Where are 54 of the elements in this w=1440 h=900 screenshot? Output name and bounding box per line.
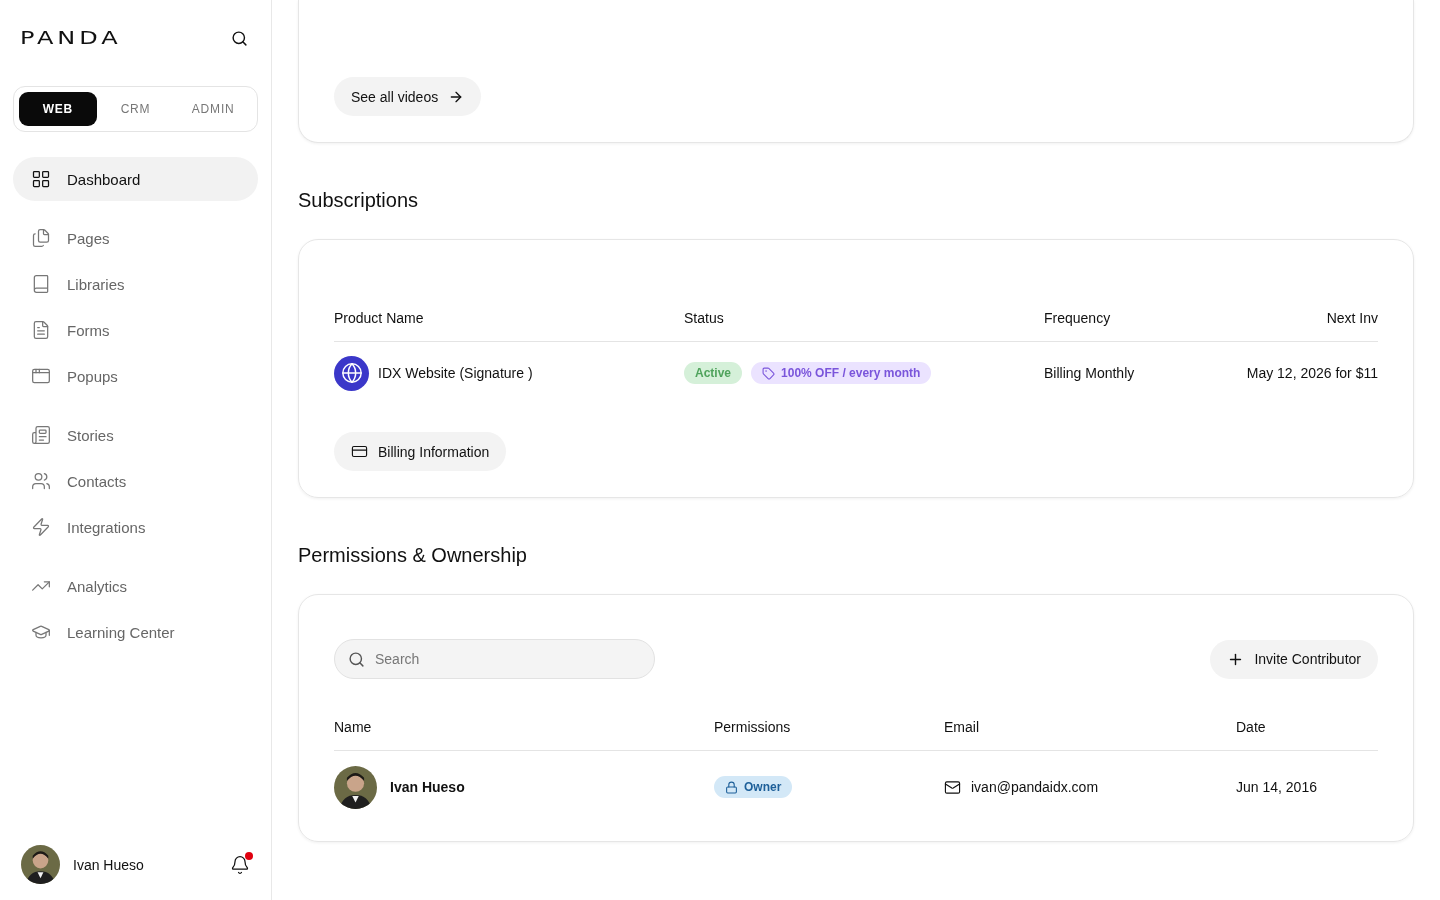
document-icon — [31, 320, 51, 340]
column-header: Name — [334, 719, 714, 751]
grid-icon — [31, 169, 51, 189]
window-icon — [31, 366, 51, 386]
nav-item[interactable]: Stories — [13, 413, 258, 457]
book-icon — [31, 274, 51, 294]
user-name: Ivan Hueso — [73, 856, 145, 873]
column-header: Frequency — [1044, 310, 1244, 342]
bell-icon[interactable] — [230, 854, 250, 875]
logo: PANDA — [20, 27, 122, 49]
column-header: Permissions — [714, 719, 944, 751]
workspace-tab[interactable]: ADMIN — [174, 92, 252, 126]
lightning-icon — [31, 517, 51, 537]
users-icon — [31, 471, 51, 491]
product-name: IDX Website (Signature ) — [378, 365, 533, 381]
nav-item[interactable]: Dashboard — [13, 157, 258, 201]
column-header: Next Inv — [1244, 310, 1378, 342]
avatar — [21, 845, 60, 884]
mail-icon — [944, 778, 961, 796]
table-cell: May 12, 2026 for $11 — [1246, 365, 1378, 381]
see-all-videos-button[interactable]: See all videos — [334, 77, 482, 116]
nav-item[interactable]: Pages — [13, 216, 258, 260]
section-title: Subscriptions — [298, 189, 420, 212]
nav-item[interactable]: Libraries — [13, 262, 258, 306]
workspace-tab[interactable]: CRM — [96, 92, 175, 126]
pages-icon — [31, 228, 51, 248]
billing-information-button[interactable]: Billing Information — [334, 432, 507, 471]
column-header: Product Name — [334, 310, 684, 342]
email: ivan@pandaidx.com — [971, 779, 1099, 795]
nav-item[interactable]: Integrations — [13, 505, 258, 549]
column-header: Status — [684, 310, 1044, 342]
invite-contributor-button[interactable]: Invite Contributor — [1210, 639, 1378, 679]
search-icon — [348, 650, 365, 668]
nav-item[interactable]: Contacts — [13, 459, 258, 503]
workspace-tab[interactable]: WEB — [19, 92, 97, 126]
table-cell: Billing Monthly — [1044, 365, 1135, 381]
discount-badge: 100% OFF / every month — [751, 362, 932, 384]
section-title: Permissions & Ownership — [298, 544, 528, 567]
nav-item[interactable]: Popups — [13, 354, 258, 398]
nav-item[interactable]: Learning Center — [13, 610, 258, 654]
column-header: Date — [1236, 719, 1378, 751]
avatar — [334, 765, 377, 809]
nav-item[interactable]: Forms — [13, 308, 258, 352]
role-badge: Owner — [714, 776, 793, 798]
search-icon[interactable] — [231, 29, 248, 47]
column-header: Email — [944, 719, 1236, 751]
newspaper-icon — [31, 425, 51, 445]
status-badge: Active — [684, 362, 743, 384]
user-name: Ivan Hueso — [390, 779, 465, 795]
table-cell: Jun 14, 2016 — [1236, 779, 1317, 795]
nav-item[interactable]: Analytics — [13, 564, 258, 608]
globe-icon — [334, 355, 369, 391]
credit-card-icon — [351, 443, 368, 460]
search-field[interactable]: Search — [334, 639, 655, 679]
